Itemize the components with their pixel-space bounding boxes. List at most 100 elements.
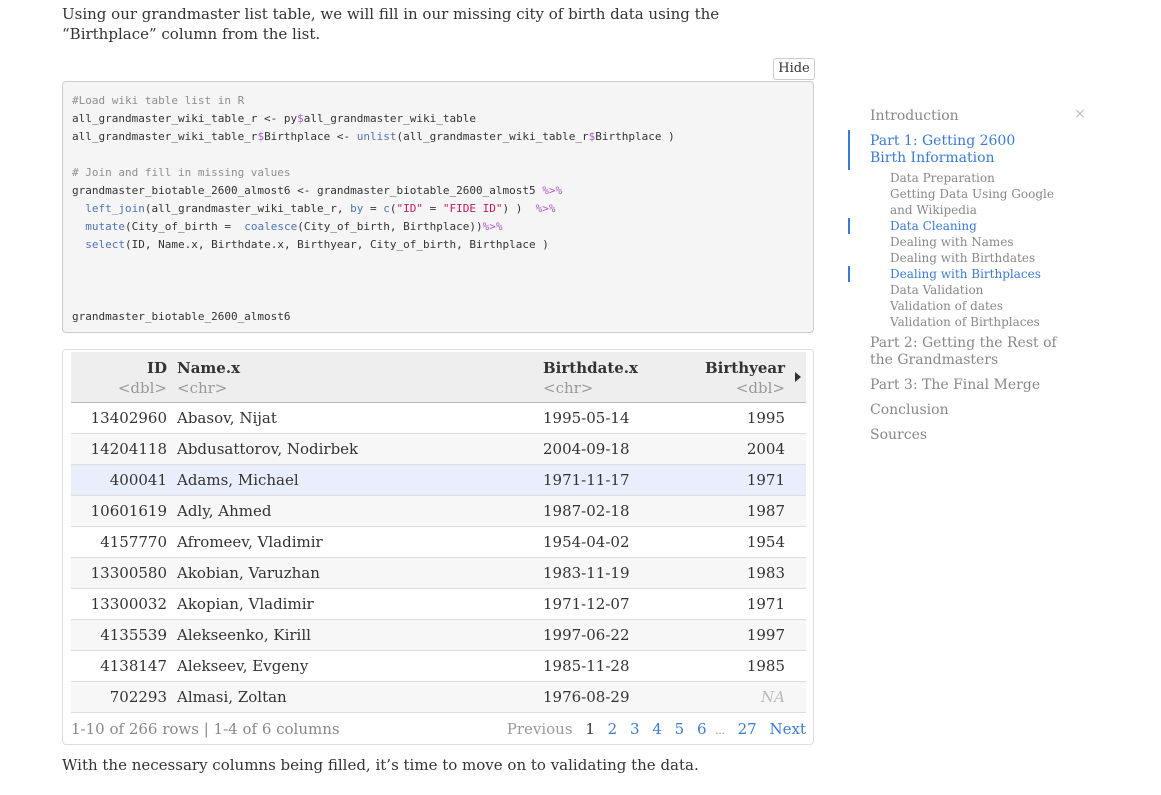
code-token: %>% (482, 220, 503, 233)
table-row: 400041 Adams, Michael 1971-11-17 1971 (71, 465, 806, 496)
next-columns-arrow-icon[interactable] (795, 372, 801, 382)
cell-name: Adams, Michael (177, 471, 299, 489)
cell-birthdate: 1954-04-02 (543, 533, 630, 551)
cell-name: Abasov, Nijat (177, 409, 277, 427)
cell-name: Abdusattorov, Nodirbek (177, 440, 359, 458)
cell-name: Almasi, Zoltan (177, 688, 287, 706)
cell-birthyear: 1971 (746, 595, 785, 613)
toc-item-introduction[interactable]: Introduction (870, 108, 959, 125)
cell-id: 13300580 (90, 564, 167, 582)
cell-id: 702293 (109, 688, 167, 706)
code-token: (all_grandmaster_wiki_table_r, (144, 202, 351, 215)
toc-item-data-preparation[interactable]: Data Preparation (890, 170, 995, 186)
active-section-bar (848, 266, 850, 282)
code-token: = (363, 202, 384, 215)
cell-birthdate: 1976-08-29 (543, 688, 630, 706)
code-token: grandmaster_biotable_2600_almost6 <- gra… (72, 184, 543, 197)
column-header-id[interactable]: ID (147, 359, 167, 377)
table-row: 14204118 Abdusattorov, Nodirbek 2004-09-18… (71, 434, 806, 465)
page-ellipsis: ... (715, 726, 725, 737)
cell-id: 13402960 (90, 409, 167, 427)
cell-birthdate: 1987-02-18 (543, 502, 630, 520)
code-token: mutate (85, 220, 125, 233)
toc-item-part1[interactable]: Part 1: Getting 2600 Birth Information (870, 133, 1055, 167)
code-token: all_grandmaster_wiki_table (303, 112, 476, 125)
code-token: "FIDE ID" (442, 202, 503, 215)
toc-item-part2[interactable]: Part 2: Getting the Rest of the Grandmas… (870, 335, 1075, 369)
toc-item-sources[interactable]: Sources (870, 427, 927, 444)
table-row: 13300580 Akobian, Varuzhan 1983-11-19 1983 (71, 558, 806, 589)
cell-id: 4157770 (100, 533, 167, 551)
cell-birthyear: 1997 (746, 626, 785, 644)
table-row: 4135539 Alekseenko, Kirill 1997-06-22 1997 (71, 620, 806, 651)
column-type-birthdate: <chr> (543, 379, 594, 397)
hide-code-button[interactable]: Hide (773, 58, 815, 80)
code-token: (City_of_birth = (125, 220, 245, 233)
code-token: Birthplace ) (595, 130, 675, 143)
table-body: 13402960 Abasov, Nijat 1995-05-14 1995 14204… (71, 403, 806, 713)
toc-item-getting-data[interactable]: Getting Data Using Google and Wikipedia (890, 186, 1055, 218)
page-button-5[interactable]: 5 (675, 717, 685, 741)
toc-item-dealing-birthplaces[interactable]: Dealing with Birthplaces (890, 266, 1041, 282)
active-section-bar (848, 218, 850, 234)
cell-birthdate: 1985-11-28 (543, 657, 630, 675)
cell-id: 4135539 (100, 626, 167, 644)
cell-id: 14204118 (90, 440, 167, 458)
cell-id: 10601619 (90, 502, 167, 520)
next-page-button[interactable]: Next (770, 717, 807, 741)
column-type-birthyear: <dbl> (735, 379, 785, 397)
active-section-bar (848, 130, 850, 170)
column-header-birthyear[interactable]: Birthyear (705, 359, 785, 377)
toc-item-part3[interactable]: Part 3: The Final Merge (870, 377, 1040, 394)
toc-item-dealing-birthdates[interactable]: Dealing with Birthdates (890, 250, 1035, 266)
table-header: ID <dbl> Name.x <chr> Birthdate.x <chr> … (71, 352, 806, 403)
code-token: %>% (535, 202, 556, 215)
toc-item-validation-birthplaces[interactable]: Validation of Birthplaces (890, 314, 1040, 330)
code-token: Birthplace <- (264, 130, 357, 143)
column-header-name[interactable]: Name.x (177, 359, 240, 377)
code-comment: # Join and fill in missing values (72, 166, 291, 179)
close-icon[interactable]: × (1074, 106, 1086, 122)
cell-birthyear: 1985 (746, 657, 785, 675)
code-token: ( (389, 202, 397, 215)
cell-birthdate: 1971-11-17 (543, 471, 630, 489)
cell-birthyear: 1995 (746, 409, 785, 427)
table-footer: 1-10 of 266 rows | 1-4 of 6 columns Prev… (71, 717, 806, 741)
toc-item-dealing-names[interactable]: Dealing with Names (890, 234, 1014, 250)
page-button-6[interactable]: 6 (697, 717, 707, 741)
column-type-name: <chr> (177, 379, 228, 397)
row-info: 1-10 of 266 rows | 1-4 of 6 columns (71, 720, 340, 738)
code-token: c (383, 202, 390, 215)
cell-birthyear: 1971 (746, 471, 785, 489)
table-row: 702293 Almasi, Zoltan 1976-08-29 NA (71, 682, 806, 713)
code-block: #Load wiki table list in R all_grandmaste… (62, 81, 814, 333)
page-button-last[interactable]: 27 (738, 717, 757, 741)
cell-birthyear: 2004 (746, 440, 785, 458)
page-button-3[interactable]: 3 (630, 717, 640, 741)
column-header-birthdate[interactable]: Birthdate.x (543, 359, 638, 377)
cell-name: Akopian, Vladimir (177, 595, 314, 613)
cell-name: Adly, Ahmed (177, 502, 272, 520)
toc-item-validation-dates[interactable]: Validation of dates (890, 298, 1003, 314)
code-token: $ (297, 112, 304, 125)
toc-item-conclusion[interactable]: Conclusion (870, 402, 949, 419)
previous-page-button[interactable]: Previous (507, 717, 573, 741)
cell-id: 13300032 (90, 595, 167, 613)
code-token: (City_of_birth, Birthplace)) (297, 220, 483, 233)
toc-item-data-validation[interactable]: Data Validation (890, 282, 983, 298)
cell-birthyear: NA (761, 688, 785, 706)
toc-item-data-cleaning[interactable]: Data Cleaning (890, 218, 977, 234)
code-token: (all_grandmaster_wiki_table_r (396, 130, 589, 143)
code-token: "ID" (396, 202, 424, 215)
page-button-1[interactable]: 1 (585, 717, 595, 741)
page-button-4[interactable]: 4 (652, 717, 662, 741)
page-button-2[interactable]: 2 (608, 717, 618, 741)
intro-paragraph: Using our grandmaster list table, we wil… (62, 5, 720, 43)
cell-name: Alekseev, Evgeny (177, 657, 309, 675)
pagination: Previous 1 2 3 4 5 6 ... 27 Next (499, 717, 806, 744)
cell-birthdate: 1997-06-22 (543, 626, 630, 644)
cell-name: Alekseenko, Kirill (177, 626, 311, 644)
